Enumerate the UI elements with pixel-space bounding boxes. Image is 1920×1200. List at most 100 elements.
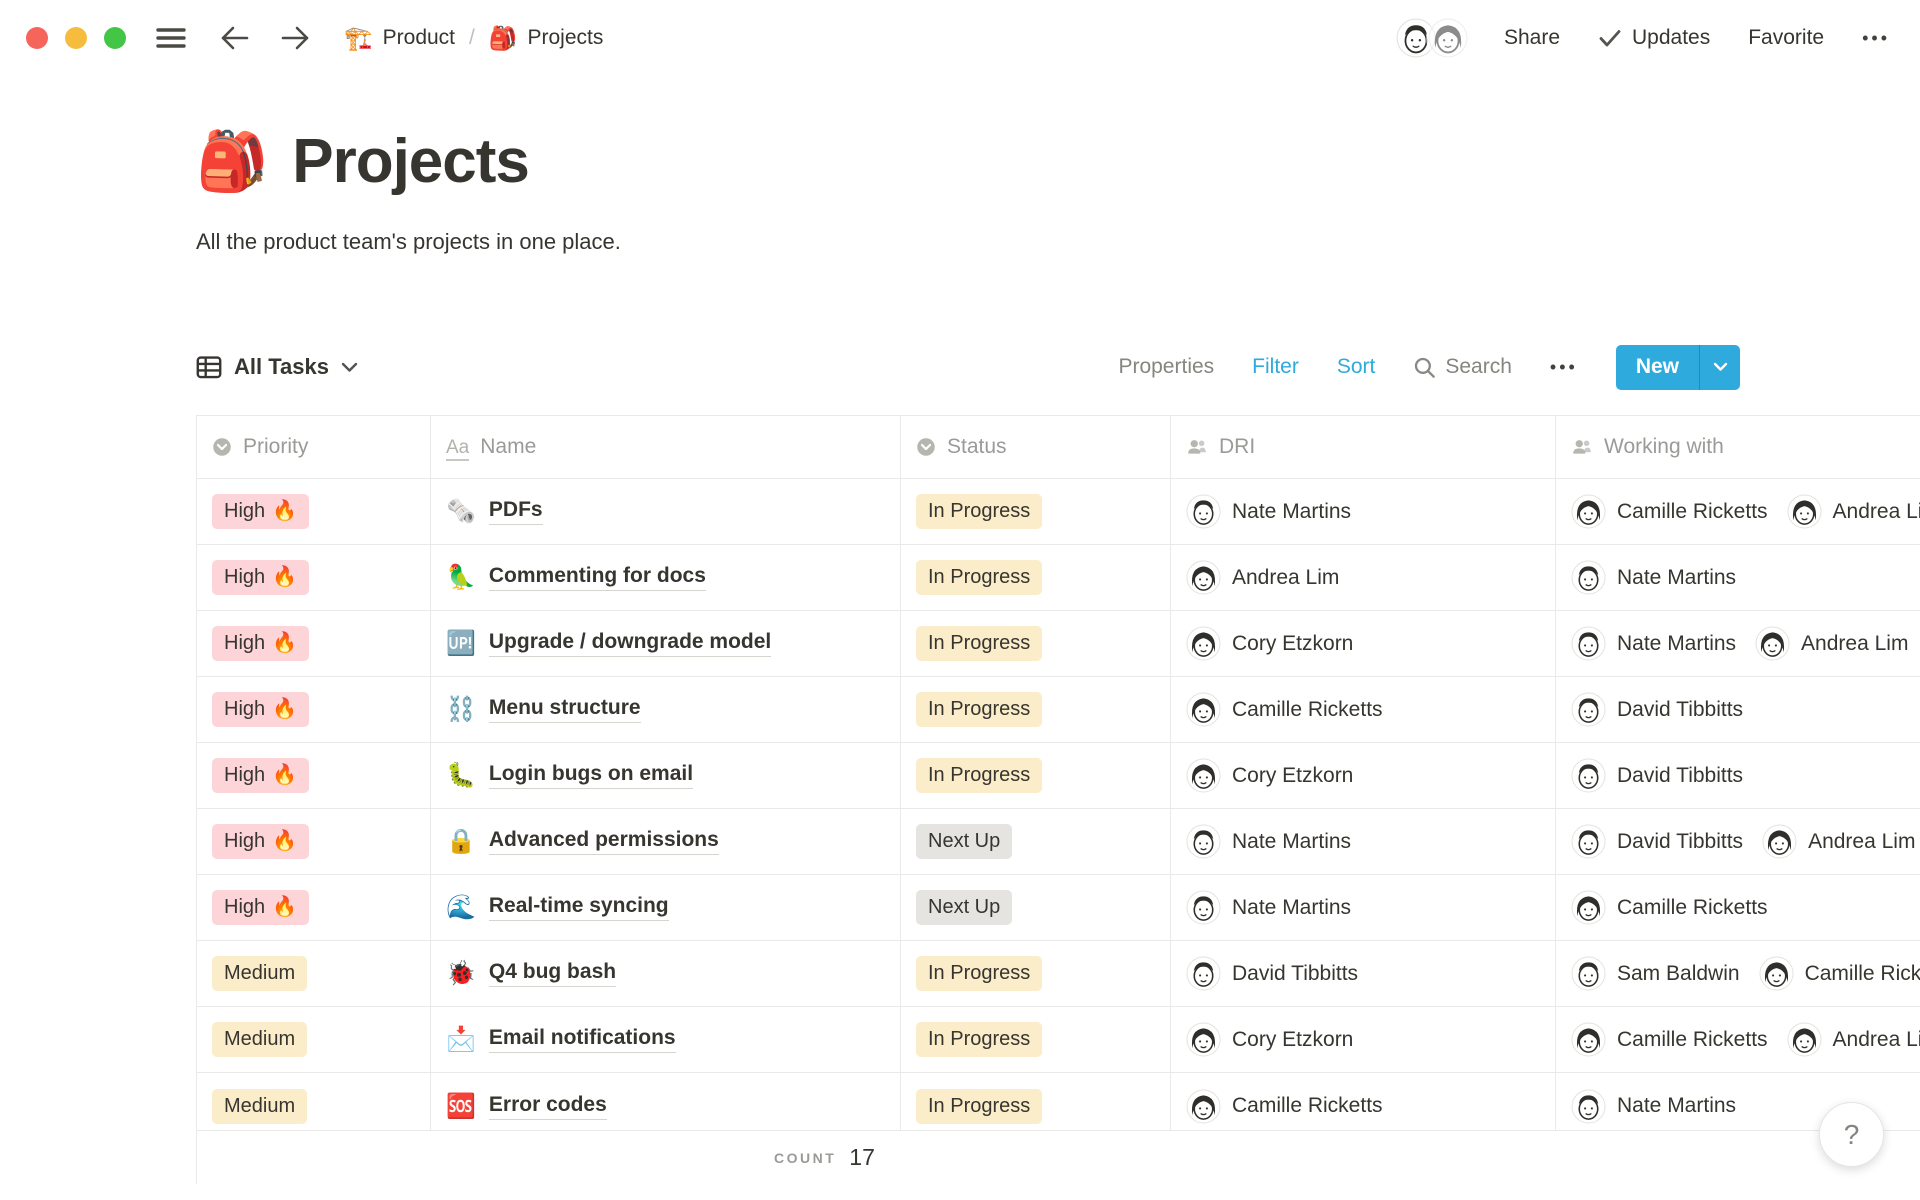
person-chip[interactable]: Cory Etzkorn: [1186, 758, 1353, 793]
task-page-link[interactable]: Upgrade / downgrade model: [489, 630, 771, 657]
updates-button[interactable]: Updates: [1598, 26, 1710, 50]
back-arrow-icon[interactable]: [216, 21, 254, 55]
new-button[interactable]: New: [1616, 345, 1740, 390]
person-chip[interactable]: Nate Martins: [1571, 1089, 1736, 1124]
name-cell[interactable]: 🌊Real-time syncing: [431, 875, 901, 940]
person-chip[interactable]: Nate Martins: [1186, 824, 1351, 859]
breadcrumb-item-product[interactable]: 🏗️ Product: [344, 25, 455, 52]
task-page-link[interactable]: Real-time syncing: [489, 894, 669, 921]
person-chip[interactable]: Cory Etzkorn: [1186, 626, 1353, 661]
breadcrumb-item-projects[interactable]: 🎒 Projects: [489, 25, 604, 52]
minimize-window-button[interactable]: [65, 27, 87, 49]
sidebar-menu-icon[interactable]: [152, 22, 190, 54]
working-with-cell[interactable]: David Tibbitts: [1556, 743, 1920, 808]
dri-cell[interactable]: Cory Etzkorn: [1171, 611, 1556, 676]
person-chip[interactable]: David Tibbitts: [1571, 824, 1743, 859]
status-cell[interactable]: In Progress: [901, 743, 1171, 808]
zoom-window-button[interactable]: [104, 27, 126, 49]
column-header-status[interactable]: Status: [901, 416, 1171, 478]
avatar[interactable]: [1426, 16, 1470, 60]
person-chip[interactable]: Camille Ricketts: [1571, 1022, 1768, 1057]
name-cell[interactable]: 🆘Error codes: [431, 1073, 901, 1130]
dri-cell[interactable]: Cory Etzkorn: [1171, 743, 1556, 808]
new-dropdown-chevron-icon[interactable]: [1700, 345, 1740, 390]
status-cell[interactable]: In Progress: [901, 677, 1171, 742]
priority-cell[interactable]: High🔥: [197, 545, 431, 610]
name-cell[interactable]: 🐛Login bugs on email: [431, 743, 901, 808]
working-with-cell[interactable]: Camille Ricketts: [1556, 875, 1920, 940]
working-with-cell[interactable]: David Tibbitts: [1556, 677, 1920, 742]
person-chip[interactable]: Cory Etzkorn: [1186, 1022, 1353, 1057]
working-with-cell[interactable]: David Tibbitts Andrea Lim: [1556, 809, 1920, 874]
priority-cell[interactable]: High🔥: [197, 479, 431, 544]
dri-cell[interactable]: Camille Ricketts: [1171, 677, 1556, 742]
working-with-cell[interactable]: Camille RickettsAndrea Lim: [1556, 479, 1920, 544]
column-header-name[interactable]: AaName: [431, 416, 901, 478]
person-chip[interactable]: Nate Martins: [1571, 560, 1736, 595]
person-chip[interactable]: Nate Martins: [1186, 890, 1351, 925]
task-page-link[interactable]: Commenting for docs: [489, 564, 706, 591]
person-chip[interactable]: Andrea Lim: [1762, 824, 1915, 859]
priority-cell[interactable]: Medium: [197, 1073, 431, 1130]
favorite-button[interactable]: Favorite: [1748, 26, 1824, 50]
working-with-cell[interactable]: Camille Ricketts Andrea Lim: [1556, 1007, 1920, 1072]
person-chip[interactable]: Camille Ricketts: [1571, 890, 1768, 925]
forward-arrow-icon[interactable]: [276, 21, 314, 55]
person-chip[interactable]: Andrea Lim: [1186, 560, 1339, 595]
page-backpack-icon[interactable]: 🎒: [196, 133, 268, 191]
person-chip[interactable]: Andrea Lim: [1755, 626, 1908, 661]
priority-cell[interactable]: High🔥: [197, 875, 431, 940]
dri-cell[interactable]: David Tibbitts: [1171, 941, 1556, 1006]
status-cell[interactable]: In Progress: [901, 941, 1171, 1006]
working-with-cell[interactable]: Nate Martins: [1556, 545, 1920, 610]
name-cell[interactable]: 🆙Upgrade / downgrade model: [431, 611, 901, 676]
priority-cell[interactable]: Medium: [197, 941, 431, 1006]
status-cell[interactable]: In Progress: [901, 1007, 1171, 1072]
person-chip[interactable]: David Tibbitts: [1186, 956, 1358, 991]
status-cell[interactable]: In Progress: [901, 479, 1171, 544]
task-page-link[interactable]: PDFs: [489, 498, 543, 525]
task-page-link[interactable]: Login bugs on email: [489, 762, 693, 789]
column-header-working_with[interactable]: Working with: [1556, 416, 1920, 478]
dri-cell[interactable]: Andrea Lim: [1171, 545, 1556, 610]
status-cell[interactable]: In Progress: [901, 545, 1171, 610]
more-options-icon[interactable]: •••: [1862, 28, 1890, 49]
dri-cell[interactable]: Nate Martins: [1171, 809, 1556, 874]
task-page-link[interactable]: Advanced permissions: [489, 828, 719, 855]
dri-cell[interactable]: Camille Ricketts: [1171, 1073, 1556, 1130]
status-cell[interactable]: Next Up: [901, 875, 1171, 940]
priority-cell[interactable]: High🔥: [197, 611, 431, 676]
task-page-link[interactable]: Error codes: [489, 1093, 607, 1120]
person-chip[interactable]: Camille Ricketts: [1759, 956, 1920, 991]
search-button[interactable]: Search: [1413, 355, 1512, 379]
status-cell[interactable]: In Progress: [901, 1073, 1171, 1130]
collaborator-avatars[interactable]: [1394, 16, 1470, 60]
dri-cell[interactable]: Cory Etzkorn: [1171, 1007, 1556, 1072]
name-cell[interactable]: ⛓️Menu structure: [431, 677, 901, 742]
sort-button[interactable]: Sort: [1337, 355, 1376, 379]
view-switcher-all-tasks[interactable]: All Tasks: [196, 354, 358, 380]
person-chip[interactable]: Camille Ricketts: [1571, 494, 1768, 529]
person-chip[interactable]: David Tibbitts: [1571, 692, 1743, 727]
name-cell[interactable]: 📩Email notifications: [431, 1007, 901, 1072]
person-chip[interactable]: Camille Ricketts: [1186, 1089, 1383, 1124]
dri-cell[interactable]: Nate Martins: [1171, 875, 1556, 940]
column-header-dri[interactable]: DRI: [1171, 416, 1556, 478]
filter-button[interactable]: Filter: [1252, 355, 1299, 379]
name-cell[interactable]: 🗞️PDFs: [431, 479, 901, 544]
priority-cell[interactable]: High🔥: [197, 743, 431, 808]
task-page-link[interactable]: Email notifications: [489, 1026, 676, 1053]
status-cell[interactable]: Next Up: [901, 809, 1171, 874]
name-cell[interactable]: 🔒Advanced permissions: [431, 809, 901, 874]
name-cell[interactable]: 🐞Q4 bug bash: [431, 941, 901, 1006]
person-chip[interactable]: Sam Baldwin: [1571, 956, 1740, 991]
working-with-cell[interactable]: Nate Martins Andrea Lim: [1556, 611, 1920, 676]
priority-cell[interactable]: High🔥: [197, 809, 431, 874]
priority-cell[interactable]: High🔥: [197, 677, 431, 742]
working-with-cell[interactable]: Sam Baldwin Camille Ricketts: [1556, 941, 1920, 1006]
person-chip[interactable]: Camille Ricketts: [1186, 692, 1383, 727]
task-page-link[interactable]: Menu structure: [489, 696, 641, 723]
name-cell[interactable]: 🦜Commenting for docs: [431, 545, 901, 610]
person-chip[interactable]: Nate Martins: [1571, 626, 1736, 661]
person-chip[interactable]: Andrea Lim: [1787, 1022, 1920, 1057]
